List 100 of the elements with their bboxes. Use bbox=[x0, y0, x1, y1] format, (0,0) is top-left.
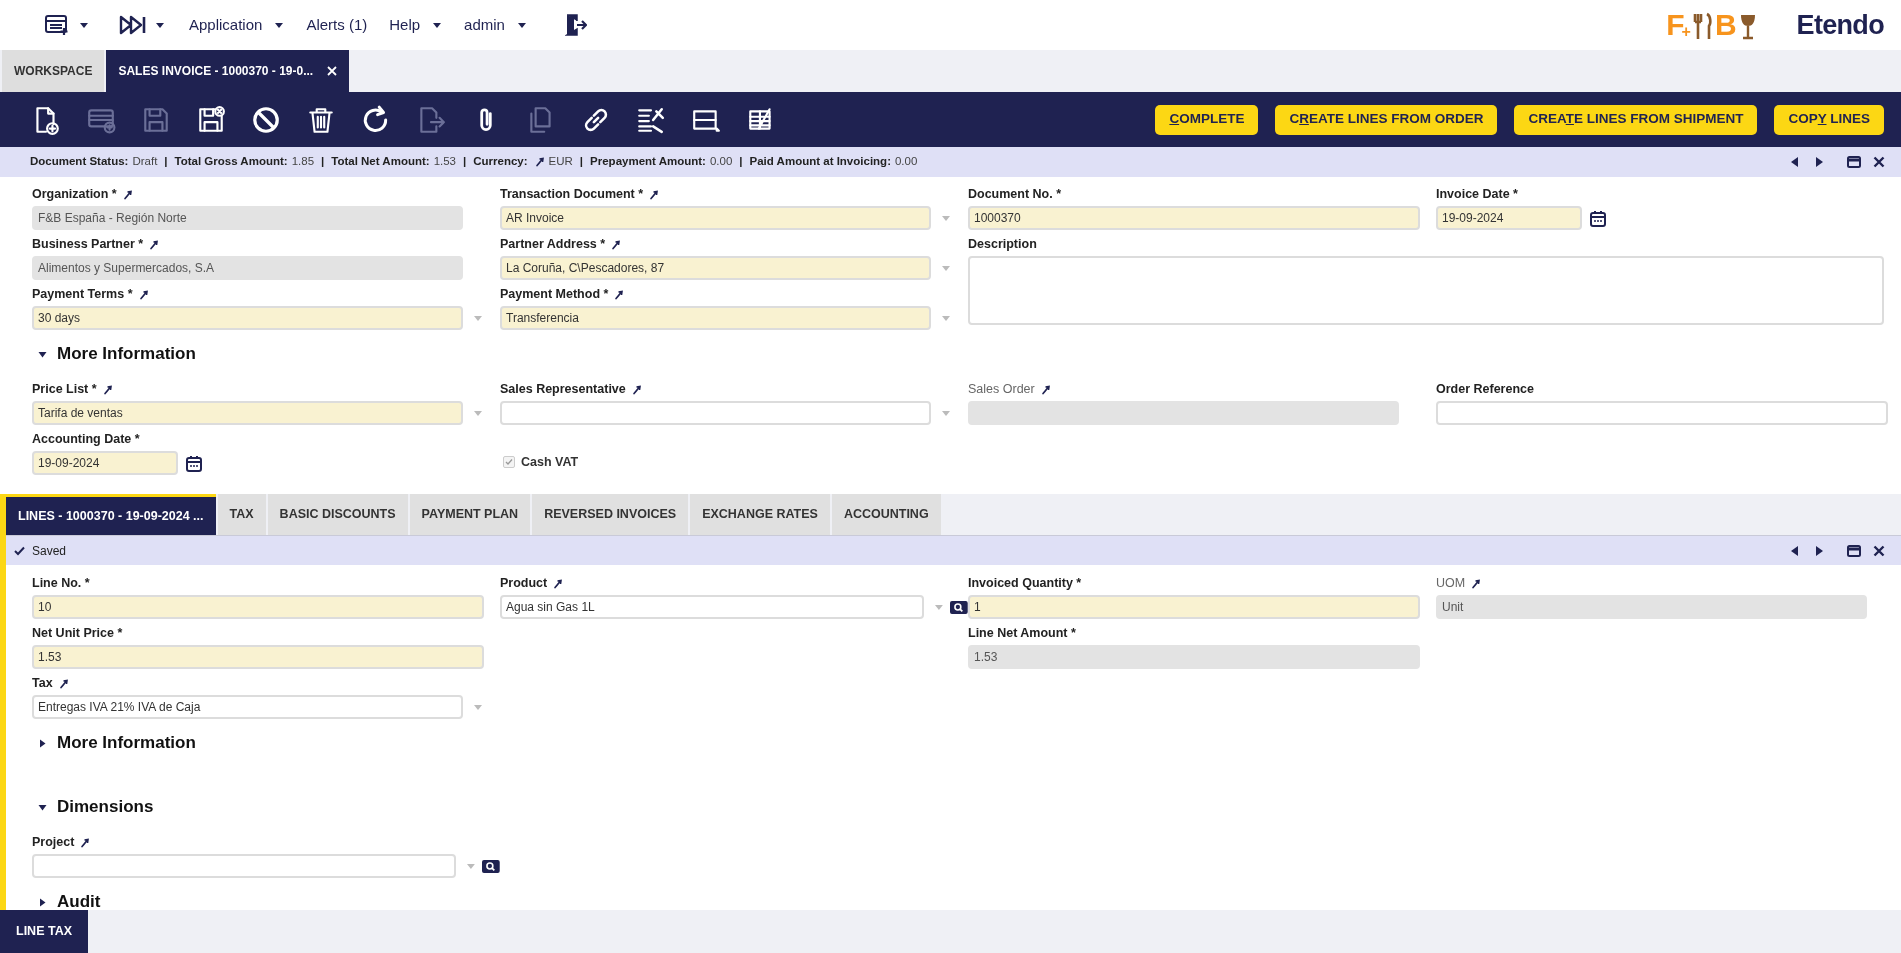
nav-menu[interactable]: Application bbox=[189, 13, 285, 37]
search-button[interactable] bbox=[950, 600, 968, 614]
field-label: Product bbox=[500, 575, 548, 593]
search-field[interactable]: Agua sin Gas 1L bbox=[500, 595, 925, 619]
field-label: Payment Method * bbox=[500, 286, 609, 304]
caret-icon bbox=[38, 349, 47, 359]
window-tab[interactable]: SALES INVOICE - 1000370 - 19-0... bbox=[106, 50, 350, 92]
field-label: Tax bbox=[32, 675, 53, 693]
toolbar-button[interactable]: CREATE LINES FROM SHIPMENT bbox=[1514, 104, 1758, 135]
calendar-icon[interactable] bbox=[186, 454, 202, 472]
cancel-icon[interactable] bbox=[251, 104, 281, 135]
link-icon[interactable] bbox=[611, 239, 622, 250]
section-header[interactable]: More Information bbox=[6, 725, 1901, 761]
link-icon[interactable] bbox=[122, 189, 133, 200]
separator-text: | bbox=[579, 154, 584, 170]
field-label: Net Unit Price * bbox=[32, 625, 123, 643]
subtab[interactable]: LINE TAX bbox=[0, 910, 89, 953]
link-icon[interactable] bbox=[138, 289, 149, 300]
separator-text: | bbox=[739, 154, 743, 170]
tab-label: WORKSPACE bbox=[14, 63, 93, 80]
link-icon[interactable] bbox=[534, 157, 545, 167]
maximize-icon[interactable] bbox=[1847, 156, 1861, 168]
toolbar-button[interactable]: CREATE LINES FROM ORDER bbox=[1275, 104, 1498, 135]
quick-launch-button[interactable] bbox=[119, 15, 165, 35]
tab-label: SALES INVOICE - 1000370 - 19-0... bbox=[118, 63, 314, 80]
select-field[interactable]: Transferencia bbox=[500, 306, 931, 330]
close-icon[interactable] bbox=[1873, 156, 1885, 168]
status-label: Paid Amount at Invoicing: bbox=[749, 154, 891, 170]
logout-icon[interactable] bbox=[564, 14, 587, 36]
date-field[interactable]: 19-09-2024 bbox=[32, 451, 178, 475]
status-value: Draft bbox=[132, 154, 158, 170]
brand-logo: Etendo bbox=[1796, 8, 1884, 42]
field-label: UOM bbox=[1436, 575, 1466, 593]
status-value: 0.00 bbox=[709, 154, 733, 170]
select-field: F&B España - Región Norte bbox=[32, 206, 463, 230]
field-label: Description bbox=[968, 236, 1037, 254]
select-field[interactable]: AR Invoice bbox=[500, 206, 931, 230]
menu-button[interactable] bbox=[45, 14, 89, 36]
select-field[interactable] bbox=[500, 401, 931, 425]
subtab[interactable]: ACCOUNTING bbox=[831, 494, 941, 535]
next-icon[interactable] bbox=[1813, 544, 1825, 557]
close-icon[interactable] bbox=[1873, 544, 1885, 557]
nav-menu[interactable]: Alerts (1) bbox=[306, 13, 368, 37]
search-field[interactable] bbox=[32, 854, 457, 878]
toolbar-button[interactable]: COMPLETE bbox=[1155, 104, 1259, 135]
separator-text: | bbox=[164, 154, 168, 170]
previous-icon[interactable] bbox=[1789, 544, 1801, 557]
field-label: Organization * bbox=[32, 186, 117, 204]
list-icon bbox=[45, 14, 71, 36]
toolbar-button[interactable]: COPY LINES bbox=[1774, 104, 1884, 135]
select-field[interactable]: La Coruña, C\Pescadores, 87 bbox=[500, 256, 931, 280]
calendar-icon[interactable] bbox=[1590, 209, 1606, 227]
field-label: Sales Order bbox=[968, 381, 1035, 399]
subtab[interactable]: TAX bbox=[217, 494, 266, 535]
select-field[interactable]: Entregas IVA 21% IVA de Caja bbox=[32, 695, 463, 719]
link-icon[interactable] bbox=[1040, 384, 1051, 395]
window-tab[interactable]: WORKSPACE bbox=[2, 50, 105, 92]
link-icon[interactable] bbox=[1471, 578, 1482, 589]
link-icon[interactable] bbox=[80, 837, 91, 848]
link-icon[interactable] bbox=[149, 239, 160, 250]
text-field[interactable]: 10 bbox=[32, 595, 484, 619]
text-field[interactable]: 1000370 bbox=[968, 206, 1420, 230]
select-field[interactable]: Tarifa de ventas bbox=[32, 401, 463, 425]
next-icon[interactable] bbox=[1813, 156, 1825, 168]
nav-menu[interactable]: admin bbox=[464, 13, 527, 37]
field-label: Invoiced Quantity * bbox=[968, 575, 1082, 593]
subtab[interactable]: REVERSED INVOICES bbox=[532, 494, 689, 535]
separator-text: | bbox=[321, 154, 325, 170]
select-field: Unit bbox=[1436, 595, 1867, 619]
date-field[interactable]: 19-09-2024 bbox=[1436, 206, 1582, 230]
nav-menu[interactable]: Help bbox=[389, 13, 443, 37]
text-field[interactable]: 1 bbox=[968, 595, 1420, 619]
status-value: 1.53 bbox=[433, 154, 456, 170]
section-header[interactable]: Audit bbox=[6, 884, 1901, 910]
check-icon bbox=[14, 545, 25, 556]
link-icon[interactable] bbox=[553, 578, 564, 589]
section-header[interactable]: More Information bbox=[0, 336, 1901, 372]
subtab[interactable]: LINES - 1000370 - 19-09-2024 ... bbox=[6, 494, 216, 535]
subtab[interactable]: EXCHANGE RATES bbox=[690, 494, 830, 535]
link-icon[interactable] bbox=[631, 384, 642, 395]
link-icon[interactable] bbox=[614, 289, 625, 300]
section-header[interactable]: Dimensions bbox=[6, 789, 1901, 825]
subtab[interactable]: PAYMENT PLAN bbox=[409, 494, 531, 535]
link-icon[interactable] bbox=[102, 384, 113, 395]
link-icon[interactable] bbox=[649, 189, 660, 200]
previous-icon[interactable] bbox=[1789, 156, 1801, 168]
search-button[interactable] bbox=[482, 859, 500, 873]
text-field[interactable] bbox=[1436, 401, 1888, 425]
field-label: Order Reference bbox=[1436, 381, 1534, 399]
text-field[interactable]: 1.53 bbox=[32, 645, 484, 669]
field-label: Document No. * bbox=[968, 186, 1062, 204]
status-label: Document Status: bbox=[30, 154, 129, 170]
caret-icon bbox=[155, 21, 165, 29]
link-icon[interactable] bbox=[58, 678, 69, 689]
save-close-icon[interactable] bbox=[196, 104, 226, 135]
maximize-icon[interactable] bbox=[1847, 544, 1861, 557]
select-field[interactable]: 30 days bbox=[32, 306, 463, 330]
field-label: Accounting Date * bbox=[32, 431, 140, 449]
subtab[interactable]: BASIC DISCOUNTS bbox=[267, 494, 408, 535]
status-label: Currency: bbox=[473, 154, 528, 170]
